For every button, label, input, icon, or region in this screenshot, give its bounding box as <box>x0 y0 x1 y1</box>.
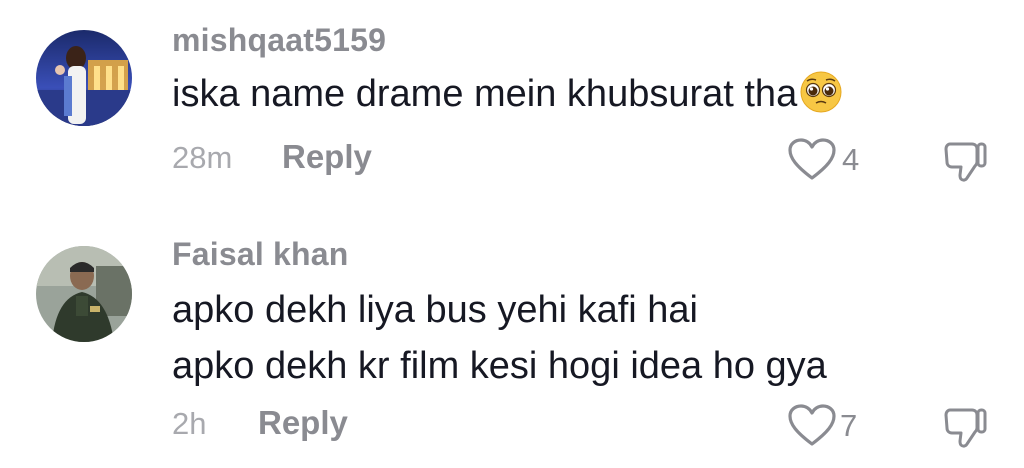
comment-text: iska name drame mein khubsurat tha <box>172 66 843 122</box>
avatar-image <box>36 246 132 342</box>
comment-username[interactable]: mishqaat5159 <box>172 22 386 59</box>
comment-text: apko dekh liya bus yehi kafi hai apko de… <box>172 282 827 394</box>
thumbs-down-outline-icon[interactable] <box>940 136 990 186</box>
comment-text-line: iska name drame mein khubsurat tha <box>172 73 798 115</box>
reply-button[interactable]: Reply <box>258 404 348 442</box>
like-count: 4 <box>842 142 860 177</box>
reply-button[interactable]: Reply <box>282 138 372 176</box>
thumbs-down-outline-icon[interactable] <box>940 402 990 452</box>
comment-item: mishqaat5159 iska name drame mein khubsu… <box>0 0 1024 230</box>
avatar-image <box>36 30 132 126</box>
heart-outline-icon[interactable] <box>786 136 838 184</box>
comment-username[interactable]: Faisal khan <box>172 236 349 273</box>
comment-timestamp: 2h <box>172 406 207 441</box>
comment-timestamp: 28m <box>172 140 233 175</box>
comment-item: Faisal khan apko dekh liya bus yehi kafi… <box>0 230 1024 468</box>
like-count: 7 <box>840 408 858 443</box>
avatar[interactable] <box>36 246 132 342</box>
pleading-face-emoji-icon <box>800 71 842 113</box>
avatar[interactable] <box>36 30 132 126</box>
comment-text-line: apko dekh kr film kesi hogi idea ho gya <box>172 345 827 387</box>
comment-text-line: apko dekh liya bus yehi kafi hai <box>172 289 698 331</box>
heart-outline-icon[interactable] <box>786 402 838 450</box>
